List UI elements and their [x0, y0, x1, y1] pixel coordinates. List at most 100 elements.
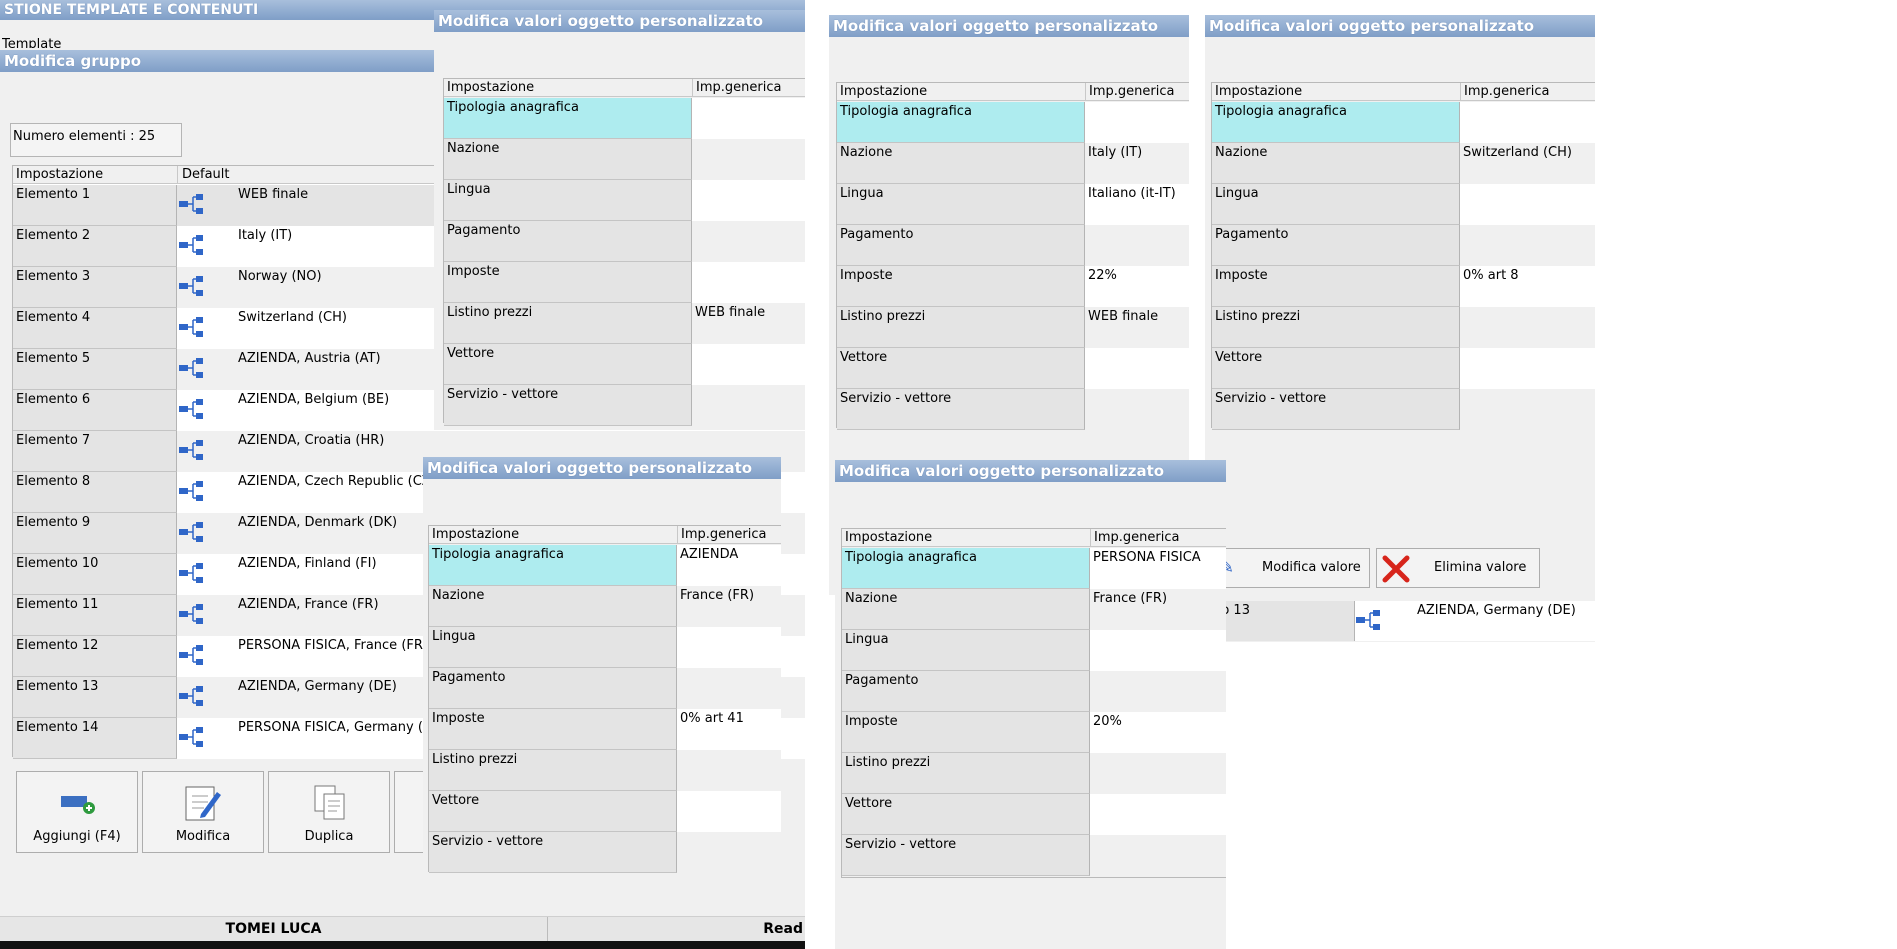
- settings-row[interactable]: Tipologia anagrafica AZIENDA: [429, 545, 781, 586]
- setting-value[interactable]: France (FR): [677, 586, 781, 627]
- setting-value[interactable]: [692, 344, 805, 385]
- setting-value[interactable]: WEB finale: [1085, 307, 1189, 348]
- settings-row[interactable]: Pagamento: [842, 671, 1226, 712]
- setting-value[interactable]: [692, 221, 805, 262]
- hierarchy-icon[interactable]: [178, 480, 204, 502]
- settings-row[interactable]: Tipologia anagrafica PERSONA FISICA: [842, 548, 1226, 589]
- settings-row[interactable]: Vettore: [429, 791, 781, 832]
- settings-row[interactable]: Vettore: [842, 794, 1226, 835]
- setting-value[interactable]: Italy (IT): [1085, 143, 1189, 184]
- setting-value[interactable]: [677, 791, 781, 832]
- settings-row[interactable]: Nazione France (FR): [429, 586, 781, 627]
- settings-row[interactable]: Servizio - vettore: [837, 389, 1189, 430]
- settings-row[interactable]: Servizio - vettore: [444, 385, 805, 426]
- setting-value[interactable]: Italiano (it-IT): [1085, 184, 1189, 225]
- settings-row[interactable]: Nazione: [444, 139, 805, 180]
- settings-grid[interactable]: Impostazione Imp.generica Tipologia anagra…: [428, 525, 781, 873]
- hierarchy-icon[interactable]: [178, 562, 204, 584]
- settings-row[interactable]: Vettore: [1212, 348, 1595, 389]
- setting-value[interactable]: [1090, 794, 1226, 835]
- setting-value[interactable]: [692, 262, 805, 303]
- hierarchy-icon[interactable]: [178, 357, 204, 379]
- setting-value[interactable]: [677, 832, 781, 873]
- modify-value-button[interactable]: ✎ Modifica valore: [1215, 548, 1370, 588]
- settings-row[interactable]: Listino prezzi: [842, 753, 1226, 794]
- settings-row[interactable]: Pagamento: [444, 221, 805, 262]
- settings-row[interactable]: Lingua Italiano (it-IT): [837, 184, 1189, 225]
- setting-value[interactable]: [1460, 184, 1595, 225]
- setting-value[interactable]: 0% art 8: [1460, 266, 1595, 307]
- setting-value[interactable]: [1460, 348, 1595, 389]
- hierarchy-icon[interactable]: [178, 644, 204, 666]
- setting-value[interactable]: 0% art 41: [677, 709, 781, 750]
- hierarchy-icon[interactable]: [178, 603, 204, 625]
- settings-row[interactable]: Tipologia anagrafica: [1212, 102, 1595, 143]
- settings-row[interactable]: Servizio - vettore: [842, 835, 1226, 876]
- setting-value[interactable]: [1085, 389, 1189, 430]
- setting-value[interactable]: [1090, 671, 1226, 712]
- settings-row[interactable]: Listino prezzi WEB finale: [837, 307, 1189, 348]
- setting-value[interactable]: PERSONA FISICA: [1090, 548, 1226, 589]
- setting-value[interactable]: [1460, 389, 1595, 430]
- setting-value[interactable]: [692, 139, 805, 180]
- setting-value[interactable]: [1085, 102, 1189, 143]
- add-button[interactable]: Aggiungi (F4): [16, 771, 138, 853]
- settings-row[interactable]: Lingua: [429, 627, 781, 668]
- settings-row[interactable]: Lingua: [842, 630, 1226, 671]
- duplicate-button[interactable]: Duplica: [268, 771, 390, 853]
- setting-value[interactable]: 20%: [1090, 712, 1226, 753]
- setting-value[interactable]: [1460, 102, 1595, 143]
- setting-value[interactable]: [692, 180, 805, 221]
- edit-button[interactable]: Modifica: [142, 771, 264, 853]
- setting-value[interactable]: [1460, 307, 1595, 348]
- hierarchy-icon[interactable]: [178, 685, 204, 707]
- setting-value[interactable]: Switzerland (CH): [1460, 143, 1595, 184]
- setting-value[interactable]: [692, 385, 805, 426]
- settings-row[interactable]: Imposte: [444, 262, 805, 303]
- settings-row[interactable]: Nazione France (FR): [842, 589, 1226, 630]
- hierarchy-icon[interactable]: [178, 275, 204, 297]
- settings-grid[interactable]: Impostazione Imp.generica Tipologia anagra…: [1211, 82, 1595, 430]
- setting-value[interactable]: AZIENDA: [677, 545, 781, 586]
- settings-row[interactable]: Listino prezzi WEB finale: [444, 303, 805, 344]
- setting-value[interactable]: [1090, 835, 1226, 876]
- setting-value[interactable]: [1090, 630, 1226, 671]
- setting-value[interactable]: WEB finale: [692, 303, 805, 344]
- setting-value[interactable]: [677, 627, 781, 668]
- hierarchy-icon[interactable]: [178, 726, 204, 748]
- settings-row[interactable]: Vettore: [444, 344, 805, 385]
- hierarchy-icon[interactable]: [178, 193, 204, 215]
- settings-row[interactable]: Servizio - vettore: [429, 832, 781, 873]
- setting-value[interactable]: [677, 668, 781, 709]
- setting-value[interactable]: [692, 98, 805, 139]
- setting-value[interactable]: [677, 750, 781, 791]
- settings-row[interactable]: Vettore: [837, 348, 1189, 389]
- settings-grid[interactable]: Impostazione Imp.generica Tipologia anagra…: [443, 78, 805, 426]
- hierarchy-icon[interactable]: [178, 398, 204, 420]
- setting-value[interactable]: [1085, 348, 1189, 389]
- settings-row[interactable]: Lingua: [1212, 184, 1595, 225]
- hierarchy-icon[interactable]: [178, 316, 204, 338]
- settings-row[interactable]: Imposte 0% art 8: [1212, 266, 1595, 307]
- settings-row[interactable]: Pagamento: [1212, 225, 1595, 266]
- settings-row[interactable]: Tipologia anagrafica: [837, 102, 1189, 143]
- hierarchy-icon[interactable]: [178, 234, 204, 256]
- settings-row[interactable]: Imposte 20%: [842, 712, 1226, 753]
- settings-row[interactable]: Servizio - vettore: [1212, 389, 1595, 430]
- settings-row[interactable]: Listino prezzi: [1212, 307, 1595, 348]
- settings-grid[interactable]: Impostazione Imp.generica Tipologia anagra…: [836, 82, 1189, 430]
- settings-row[interactable]: Pagamento: [429, 668, 781, 709]
- hierarchy-icon[interactable]: [178, 521, 204, 543]
- setting-value[interactable]: [1085, 225, 1189, 266]
- settings-row[interactable]: Listino prezzi: [429, 750, 781, 791]
- setting-value[interactable]: 22%: [1085, 266, 1189, 307]
- delete-value-button[interactable]: Elimina valore: [1376, 548, 1540, 588]
- settings-row[interactable]: Nazione Italy (IT): [837, 143, 1189, 184]
- settings-row[interactable]: Lingua: [444, 180, 805, 221]
- settings-row[interactable]: Imposte 22%: [837, 266, 1189, 307]
- setting-value[interactable]: [1090, 753, 1226, 794]
- settings-row[interactable]: Nazione Switzerland (CH): [1212, 143, 1595, 184]
- hierarchy-icon[interactable]: [178, 439, 204, 461]
- settings-row[interactable]: Pagamento: [837, 225, 1189, 266]
- settings-row[interactable]: Imposte 0% art 41: [429, 709, 781, 750]
